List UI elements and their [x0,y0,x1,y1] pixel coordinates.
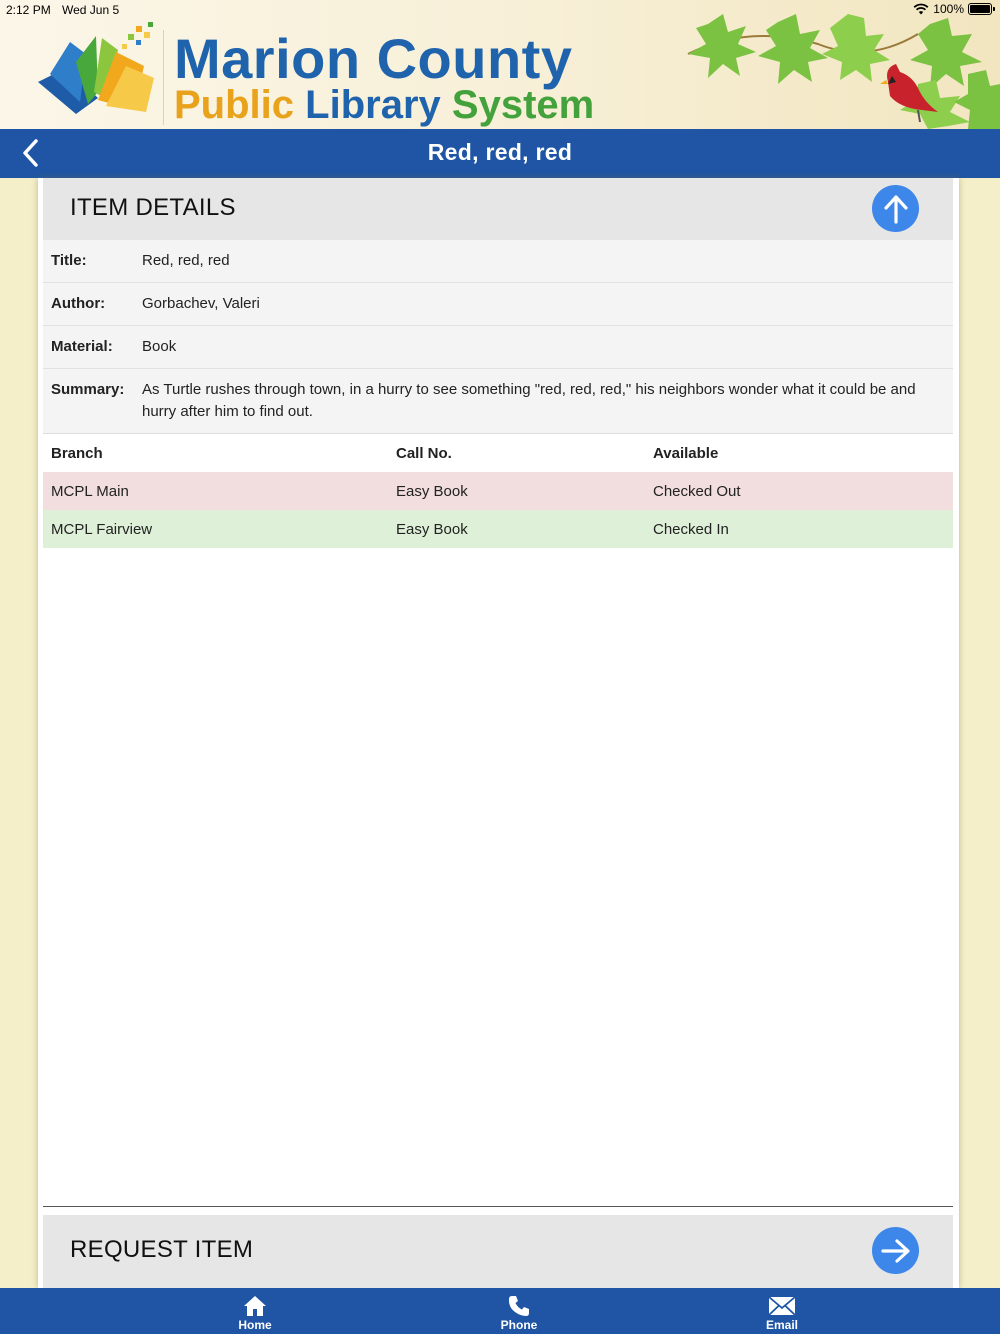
detail-label: Author: [51,295,106,312]
tab-email[interactable]: Email [722,1288,842,1334]
arrow-up-icon [883,194,908,224]
battery-icon [968,3,995,15]
tab-home[interactable]: Home [195,1288,315,1334]
call-no-cell: Easy Book [396,482,468,500]
arrow-right-icon [880,1238,910,1263]
item-details-list: Title: Red, red, red Author: Gorbachev, … [43,240,953,433]
brand-word-system: System [451,83,595,127]
page-title: Red, red, red [427,139,573,165]
content-panel: ITEM DETAILS Title: Red, red, red Author… [38,178,959,1288]
email-icon [768,1296,796,1316]
branch-cell: MCPL Fairview [51,520,153,538]
table-row: MCPL Fairview Easy Book Checked In [43,510,953,548]
collapse-details-button[interactable] [872,185,919,232]
branch-cell: MCPL Main [51,482,129,500]
holdings-table: Branch Call No. Available MCPL Main Easy… [43,433,953,548]
detail-value: Red, red, red [142,252,230,269]
brand-name-line1: Marion County [174,27,573,90]
detail-value: As Turtle rushes through town, in a hurr… [142,381,916,420]
logo-separator [163,30,164,125]
detail-label: Summary: [51,381,125,398]
holdings-header-row: Branch Call No. Available [43,434,953,472]
request-item-button[interactable] [872,1227,919,1274]
detail-value: Book [142,338,177,355]
detail-row-material: Material: Book [43,326,953,369]
item-details-heading: ITEM DETAILS [70,194,236,221]
column-header-available: Available [653,444,719,462]
wifi-icon [913,3,929,15]
status-bar: 2:12 PM Wed Jun 5 100% [0,0,1000,20]
column-header-call-no: Call No. [396,444,452,462]
status-indicators: 100% [913,2,995,16]
availability-cell: Checked In [653,520,729,538]
detail-value: Gorbachev, Valeri [142,295,260,312]
column-header-branch: Branch [51,444,103,462]
brand-name-line2: Public Library System [174,82,594,128]
item-details-header[interactable]: ITEM DETAILS [43,178,953,240]
tab-label: Phone [500,1318,538,1332]
detail-row-title: Title: Red, red, red [43,240,953,283]
home-icon [244,1296,266,1316]
availability-cell: Checked Out [653,482,741,500]
table-row: MCPL Main Easy Book Checked Out [43,472,953,510]
request-item-header[interactable]: REQUEST ITEM [43,1215,953,1288]
section-divider [43,1206,953,1207]
library-logo-icon [38,22,154,114]
request-item-heading: REQUEST ITEM [70,1236,254,1263]
status-date: Wed Jun 5 [62,3,120,17]
brand-word-public: Public [174,83,295,127]
detail-row-author: Author: Gorbachev, Valeri [43,283,953,326]
detail-label: Material: [51,338,113,355]
bottom-tab-bar: Home Phone Email [0,1288,1000,1334]
detail-label: Title: [51,252,87,269]
detail-row-summary: Summary: As Turtle rushes through town, … [43,369,953,433]
battery-percent: 100% [933,2,964,16]
tab-label: Home [238,1318,272,1332]
brand-word-library: Library [305,83,441,127]
phone-icon [508,1296,529,1316]
tab-phone[interactable]: Phone [459,1288,579,1334]
call-no-cell: Easy Book [396,520,468,538]
nav-bar: Red, red, red [0,129,1000,178]
tab-label: Email [765,1318,798,1332]
maple-leaves-cardinal-illustration [687,14,1000,129]
status-time: 2:12 PM [6,3,51,17]
